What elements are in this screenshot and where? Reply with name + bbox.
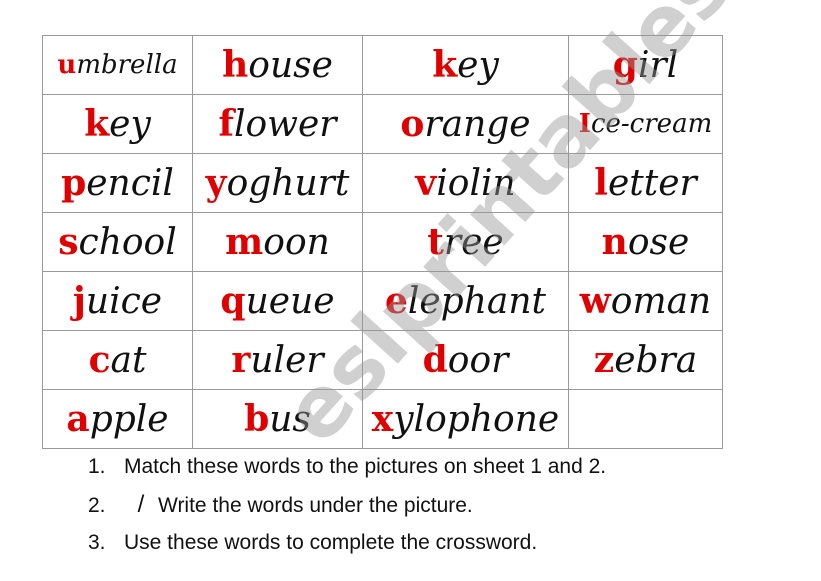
first-letter: e [384, 280, 408, 322]
word-rest: ose [627, 222, 690, 263]
word-cell: orange [362, 94, 569, 154]
first-letter: v [415, 162, 437, 204]
word-rest: uler [250, 340, 324, 381]
word-cell: ruler [192, 330, 363, 390]
word-cell: zebra [568, 330, 723, 390]
first-letter: y [205, 162, 227, 204]
first-letter: w [579, 280, 611, 322]
word-cell: yoghurt [192, 153, 363, 213]
table-row: apple bus xylophone [42, 389, 723, 449]
first-letter: k [84, 103, 110, 145]
table-row: umbrella house key girl [42, 35, 723, 95]
first-letter: z [593, 339, 615, 381]
first-letter: t [427, 221, 444, 263]
word-rest: oon [263, 222, 330, 263]
word-cell: house [192, 35, 363, 95]
word-cell: letter [568, 153, 723, 213]
first-letter: o [400, 103, 425, 145]
word-cell: apple [42, 389, 193, 449]
word-rest: oghurt [226, 163, 350, 204]
word-cell: violin [362, 153, 569, 213]
word-rest: uice [85, 281, 163, 322]
word-rest: range [424, 104, 531, 145]
first-letter: m [225, 221, 264, 263]
first-letter: l [594, 162, 608, 204]
word-cell: school [42, 212, 193, 272]
word-rest: lephant [407, 281, 547, 322]
word-rest: at [110, 340, 147, 381]
first-letter: s [58, 221, 79, 263]
word-rest: chool [78, 222, 177, 263]
first-letter: n [601, 221, 628, 263]
word-rest: encil [86, 163, 174, 204]
first-letter: d [422, 339, 448, 381]
first-letter: b [244, 398, 270, 440]
table-row: cat ruler door zebra [42, 330, 723, 390]
table-row: school moon tree nose [42, 212, 723, 272]
first-letter: g [612, 44, 638, 86]
word-rest: iolin [436, 163, 516, 204]
instruction-2: 2. / Write the words under the picture. [88, 486, 606, 524]
word-cell: key [42, 94, 193, 154]
first-letter: u [57, 50, 77, 80]
word-cell: Ice-cream [568, 94, 723, 154]
word-cell: girl [568, 35, 723, 95]
table-row: pencil yoghurt violin letter [42, 153, 723, 213]
word-rest: ce-cream [590, 109, 713, 139]
word-rest: irl [637, 45, 679, 86]
first-letter: a [66, 398, 90, 440]
word-table: umbrella house key girl key flower orange Ice-c… [42, 35, 723, 449]
word-cell: cat [42, 330, 193, 390]
word-rest: ylophone [393, 399, 560, 440]
instruction-1: 1. Match these words to the pictures on s… [88, 455, 607, 478]
first-letter: I [578, 109, 591, 139]
word-cell: xylophone [362, 389, 569, 449]
first-letter: h [222, 44, 249, 86]
word-rest: lower [233, 104, 337, 145]
pencil-mark-icon: / [137, 491, 145, 518]
word-rest: oman [610, 281, 712, 322]
word-cell: juice [42, 271, 193, 331]
first-letter: r [231, 339, 251, 381]
word-rest: ueue [245, 281, 335, 322]
first-letter: x [371, 398, 394, 440]
word-cell: umbrella [42, 35, 193, 95]
first-letter: p [61, 162, 87, 204]
word-rest: ouse [248, 45, 333, 86]
word-cell: flower [192, 94, 363, 154]
word-cell: nose [568, 212, 723, 272]
instructions-list: 1. Match these words to the pictures on s… [88, 448, 606, 562]
word-cell: woman [568, 271, 723, 331]
first-letter: c [88, 339, 111, 381]
table-row: key flower orange Ice-cream [42, 94, 723, 154]
first-letter: j [72, 280, 86, 322]
first-letter: k [432, 44, 458, 86]
word-rest: ebra [614, 340, 698, 381]
word-rest: us [269, 399, 311, 440]
word-rest: pple [89, 399, 169, 440]
word-cell: queue [192, 271, 363, 331]
word-rest: ey [457, 45, 499, 86]
instruction-3: 3. Use these words to complete the crossw… [88, 531, 538, 554]
first-letter: q [220, 280, 246, 322]
word-cell: pencil [42, 153, 193, 213]
word-cell: bus [192, 389, 363, 449]
word-rest: etter [607, 163, 697, 204]
word-rest: ree [443, 222, 504, 263]
word-cell: door [362, 330, 569, 390]
word-cell [568, 389, 723, 449]
word-cell: key [362, 35, 569, 95]
word-cell: elephant [362, 271, 569, 331]
word-rest: oor [447, 340, 509, 381]
word-cell: tree [362, 212, 569, 272]
word-cell: moon [192, 212, 363, 272]
first-letter: f [218, 103, 234, 145]
table-row: juice queue elephant woman [42, 271, 723, 331]
word-rest: ey [109, 104, 151, 145]
word-rest: mbrella [76, 50, 178, 80]
